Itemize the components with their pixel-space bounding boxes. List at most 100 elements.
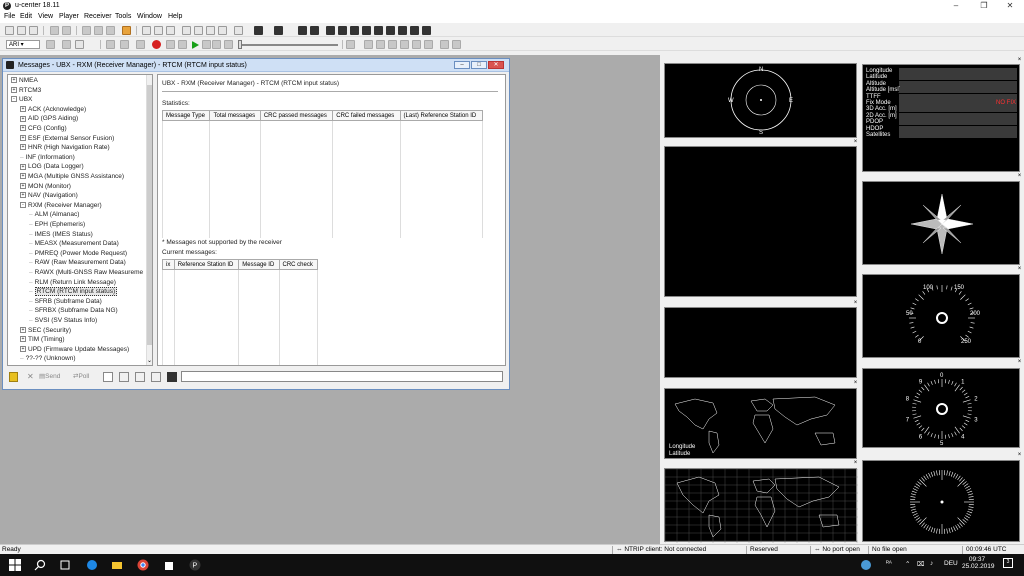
tree-node[interactable]: + AID (GPS Aiding) (20, 115, 78, 122)
tree-expander-icon[interactable]: + (20, 144, 26, 151)
col-message-type[interactable]: Message Type (161, 110, 211, 121)
view-close-2[interactable]: × (852, 300, 859, 307)
tree-node[interactable]: – SFRBX (Subframe Data NG) (29, 307, 118, 314)
view-close-9[interactable]: × (1016, 452, 1023, 459)
tree-node[interactable]: + RTCM3 (11, 87, 41, 94)
skip-end-icon[interactable] (224, 40, 233, 49)
tree-node[interactable]: – ALM (Almanac) (29, 211, 79, 218)
poll-button[interactable]: ⇄Poll (73, 372, 89, 382)
new-icon[interactable] (5, 26, 14, 35)
list-view-icon[interactable] (166, 26, 175, 35)
tree-expander-icon[interactable]: - (11, 96, 17, 103)
menu-window[interactable]: Window (137, 13, 162, 20)
file-explorer-icon[interactable] (111, 559, 123, 571)
tree-node[interactable]: – INF (Information) (20, 154, 75, 161)
view-close-6[interactable]: × (1016, 173, 1023, 180)
speedometer-view[interactable]: 100 150 50 200 0 250 (862, 274, 1020, 358)
tool-d-icon[interactable] (400, 40, 409, 49)
play-dropdown-icon[interactable] (202, 40, 211, 49)
save-icon[interactable] (29, 26, 38, 35)
tree-node[interactable]: – ??-?? (Unknown) (20, 355, 75, 362)
tree-expander-icon[interactable]: + (20, 336, 26, 343)
tree-node[interactable]: + SEC (Security) (20, 327, 71, 334)
cascade-icon[interactable] (182, 26, 191, 35)
document-icon[interactable] (151, 372, 161, 382)
col-ref-station[interactable]: (Last) Reference Station ID (399, 110, 484, 121)
deviation-icon[interactable] (350, 26, 359, 35)
compass-view[interactable] (862, 181, 1020, 265)
hex-input[interactable] (181, 371, 503, 382)
status-ntrip[interactable]: ⇔ NTRIP client: Not connected (612, 546, 744, 554)
send-button[interactable]: ▤Send (39, 372, 60, 382)
menu-help[interactable]: Help (168, 13, 182, 20)
data-icon[interactable] (410, 26, 419, 35)
menu-file[interactable]: File (4, 13, 15, 20)
chrome-icon[interactable] (137, 559, 149, 571)
tree-node[interactable]: – SVSI (SV Status Info) (29, 317, 97, 324)
tree-node[interactable]: + MON (Monitor) (20, 183, 71, 190)
dropdown-icon[interactable] (218, 26, 227, 35)
tray-arrow-icon[interactable]: ⌃ (905, 560, 910, 568)
tray-ra[interactable]: ᴿᴬ (886, 560, 892, 567)
tree-node[interactable]: + MGA (Multiple GNSS Assistance) (20, 173, 124, 180)
menu-view[interactable]: View (38, 13, 53, 20)
menu-player[interactable]: Player (59, 13, 79, 20)
tool-c-icon[interactable] (388, 40, 397, 49)
col-crc-failed[interactable]: CRC failed messages (332, 110, 401, 121)
sky-view-icon[interactable] (310, 26, 319, 35)
tree-node[interactable]: – RAWX (Multi-GNSS Raw Measureme (29, 269, 143, 276)
menu-edit[interactable]: Edit (20, 13, 32, 20)
baudrate-icon[interactable] (75, 40, 84, 49)
autopoll-icon[interactable] (103, 372, 113, 382)
u-center-taskbar-icon[interactable]: P (189, 559, 201, 571)
tree-expander-icon[interactable]: + (20, 106, 26, 113)
tree-expander-icon[interactable]: + (20, 125, 26, 132)
world-map-view[interactable]: Longitude Latitude (664, 388, 857, 459)
chart-view[interactable] (664, 146, 857, 297)
windows-start-icon[interactable] (9, 559, 21, 571)
settings-icon[interactable] (440, 40, 449, 49)
tree-node[interactable]: – MEASX (Measurement Data) (29, 240, 119, 247)
tile-icon[interactable] (194, 26, 203, 35)
gear-icon[interactable] (452, 40, 461, 49)
cut-icon[interactable] (82, 26, 91, 35)
messages-maximize-button[interactable]: □ (471, 61, 487, 69)
tree-node[interactable]: - UBX (11, 96, 32, 103)
tree-node[interactable]: – RAW (Raw Measurement Data) (29, 259, 126, 266)
col-reference-station-id[interactable]: Reference Station ID (173, 259, 240, 270)
search-icon[interactable] (34, 559, 46, 571)
menu-receiver[interactable]: Receiver (84, 13, 112, 20)
globe-icon[interactable] (860, 559, 872, 571)
tree-node[interactable]: + CFG (Config) (20, 125, 67, 132)
tree-expander-icon[interactable]: + (20, 173, 26, 180)
rewind-icon[interactable] (166, 40, 175, 49)
tree-node[interactable]: + TIM (Timing) (20, 336, 65, 343)
col-ix[interactable]: ix (162, 259, 175, 270)
view-close-7[interactable]: × (1016, 266, 1023, 273)
open-icon[interactable] (17, 26, 26, 35)
tool-f-icon[interactable] (424, 40, 433, 49)
record-icon[interactable] (152, 40, 161, 49)
tree-node[interactable]: + NAV (Navigation) (20, 192, 78, 199)
store-icon[interactable] (163, 559, 175, 571)
grid-view-icon[interactable] (154, 26, 163, 35)
clock-view[interactable]: 0 1 2 3 4 5 6 7 8 9 (862, 368, 1020, 448)
playback-slider-thumb[interactable] (238, 40, 242, 49)
close-button[interactable]: ✕ (996, 0, 1024, 12)
tool-e-icon[interactable] (412, 40, 421, 49)
tree-node[interactable]: + NMEA (11, 77, 38, 84)
status-port[interactable]: ⇔ No port open (810, 546, 866, 554)
menu-tools[interactable]: Tools (115, 13, 131, 20)
export-icon[interactable] (135, 372, 145, 382)
messages-close-button[interactable]: ✕ (488, 61, 504, 69)
graph-icon[interactable] (274, 26, 283, 35)
tree-node[interactable]: – RTCM (RTCM input status) (29, 287, 118, 297)
tray-volume-icon[interactable]: ♪ (930, 560, 933, 567)
col-total-messages[interactable]: Total messages (209, 110, 261, 121)
col-crc-passed[interactable]: CRC passed messages (259, 110, 334, 121)
table-view-icon[interactable] (206, 26, 215, 35)
notifications-icon[interactable]: 3 (1003, 558, 1013, 568)
tree-expander-icon[interactable]: + (11, 77, 17, 84)
satellite-compass-view[interactable] (862, 460, 1020, 542)
bus-icon[interactable] (167, 372, 177, 382)
